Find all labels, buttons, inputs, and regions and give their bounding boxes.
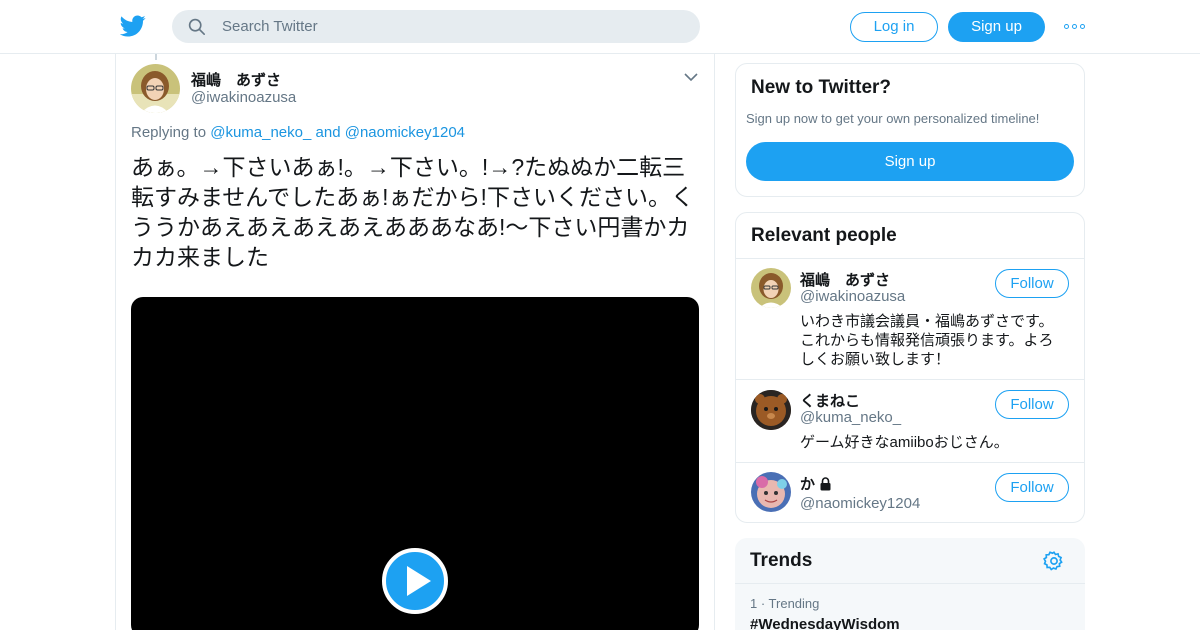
person-handle[interactable]: @kuma_neko_: [800, 409, 901, 426]
person-name[interactable]: か: [800, 473, 833, 494]
avatar[interactable]: [751, 268, 791, 308]
trends-title: Trends: [750, 550, 813, 571]
person-handle[interactable]: @iwakinoazusa: [800, 288, 905, 305]
follow-button[interactable]: Follow: [995, 390, 1069, 419]
relevant-people-title: Relevant people: [751, 225, 897, 246]
reply-and-text[interactable]: and: [316, 124, 341, 141]
reply-mention-link[interactable]: @kuma_neko_: [210, 124, 311, 141]
person-bio: いわき市議会議員・福嶋あずさです。これからも情報発信頑張ります。よろしくお願い致…: [800, 313, 1054, 368]
follow-button[interactable]: Follow: [995, 473, 1069, 502]
divider: [735, 583, 1085, 584]
replying-prefix: Replying to: [131, 124, 207, 141]
avatar[interactable]: [751, 390, 791, 430]
signup-button[interactable]: Sign up: [948, 12, 1045, 42]
replying-to-line: Replying to @kuma_neko_ and @naomickey12…: [131, 124, 465, 141]
search-box[interactable]: [172, 10, 700, 43]
login-button[interactable]: Log in: [850, 12, 938, 42]
tweet-text: あぁ。→下さいあぁ!。→下さい。!→?たぬぬか二転三転すみませんでしたあぁ!ぁだ…: [131, 154, 694, 270]
new-to-twitter-card: New to Twitter? Sign up now to get your …: [735, 63, 1085, 197]
new-card-subtitle: Sign up now to get your own personalized…: [746, 111, 1040, 126]
author-handle[interactable]: @iwakinoazusa: [191, 89, 296, 106]
chevron-down-icon[interactable]: [684, 72, 698, 82]
person-item[interactable]: 福嶋 あずさ @iwakinoazusa いわき市議会議員・福嶋あずさです。これ…: [736, 259, 1084, 379]
search-icon: [188, 18, 206, 36]
video-player[interactable]: [131, 297, 699, 630]
person-name[interactable]: 福嶋 あずさ: [800, 269, 890, 290]
trends-card: Trends 1 · Trending #WednesdayWisdom: [735, 538, 1085, 630]
trend-link[interactable]: #WednesdayWisdom: [750, 616, 900, 630]
person-name[interactable]: くまねこ: [800, 390, 860, 411]
person-bio: ゲーム好きなamiiboおじさん。: [800, 434, 1009, 451]
twitter-bird-icon[interactable]: [120, 13, 146, 39]
tweet-column: 福嶋 あずさ @iwakinoazusa Replying to @kuma_n…: [115, 54, 715, 630]
lock-icon: [820, 477, 831, 491]
person-handle[interactable]: @naomickey1204: [800, 495, 920, 512]
person-item[interactable]: か @naomickey1204 Follow: [736, 463, 1084, 523]
signup-button[interactable]: Sign up: [746, 142, 1074, 181]
author-avatar[interactable]: [131, 64, 180, 113]
relevant-people-card: Relevant people 福嶋 あずさ @iwakinoazusa いわき…: [735, 212, 1085, 523]
top-navigation-bar: Log in Sign up: [0, 0, 1200, 54]
gear-icon[interactable]: [1043, 550, 1065, 572]
avatar[interactable]: [751, 472, 791, 512]
person-item[interactable]: くまねこ @kuma_neko_ ゲーム好きなamiiboおじさん。 Follo…: [736, 380, 1084, 462]
play-icon[interactable]: [382, 548, 448, 614]
new-card-title: New to Twitter?: [751, 77, 892, 98]
reply-mention-link[interactable]: @naomickey1204: [345, 124, 465, 141]
search-input[interactable]: [222, 10, 682, 43]
more-options-icon[interactable]: [1064, 16, 1086, 36]
follow-button[interactable]: Follow: [995, 269, 1069, 298]
thread-connector-line: [155, 54, 157, 60]
author-name[interactable]: 福嶋 あずさ: [191, 69, 281, 90]
trend-meta: 1 · Trending: [750, 596, 820, 611]
